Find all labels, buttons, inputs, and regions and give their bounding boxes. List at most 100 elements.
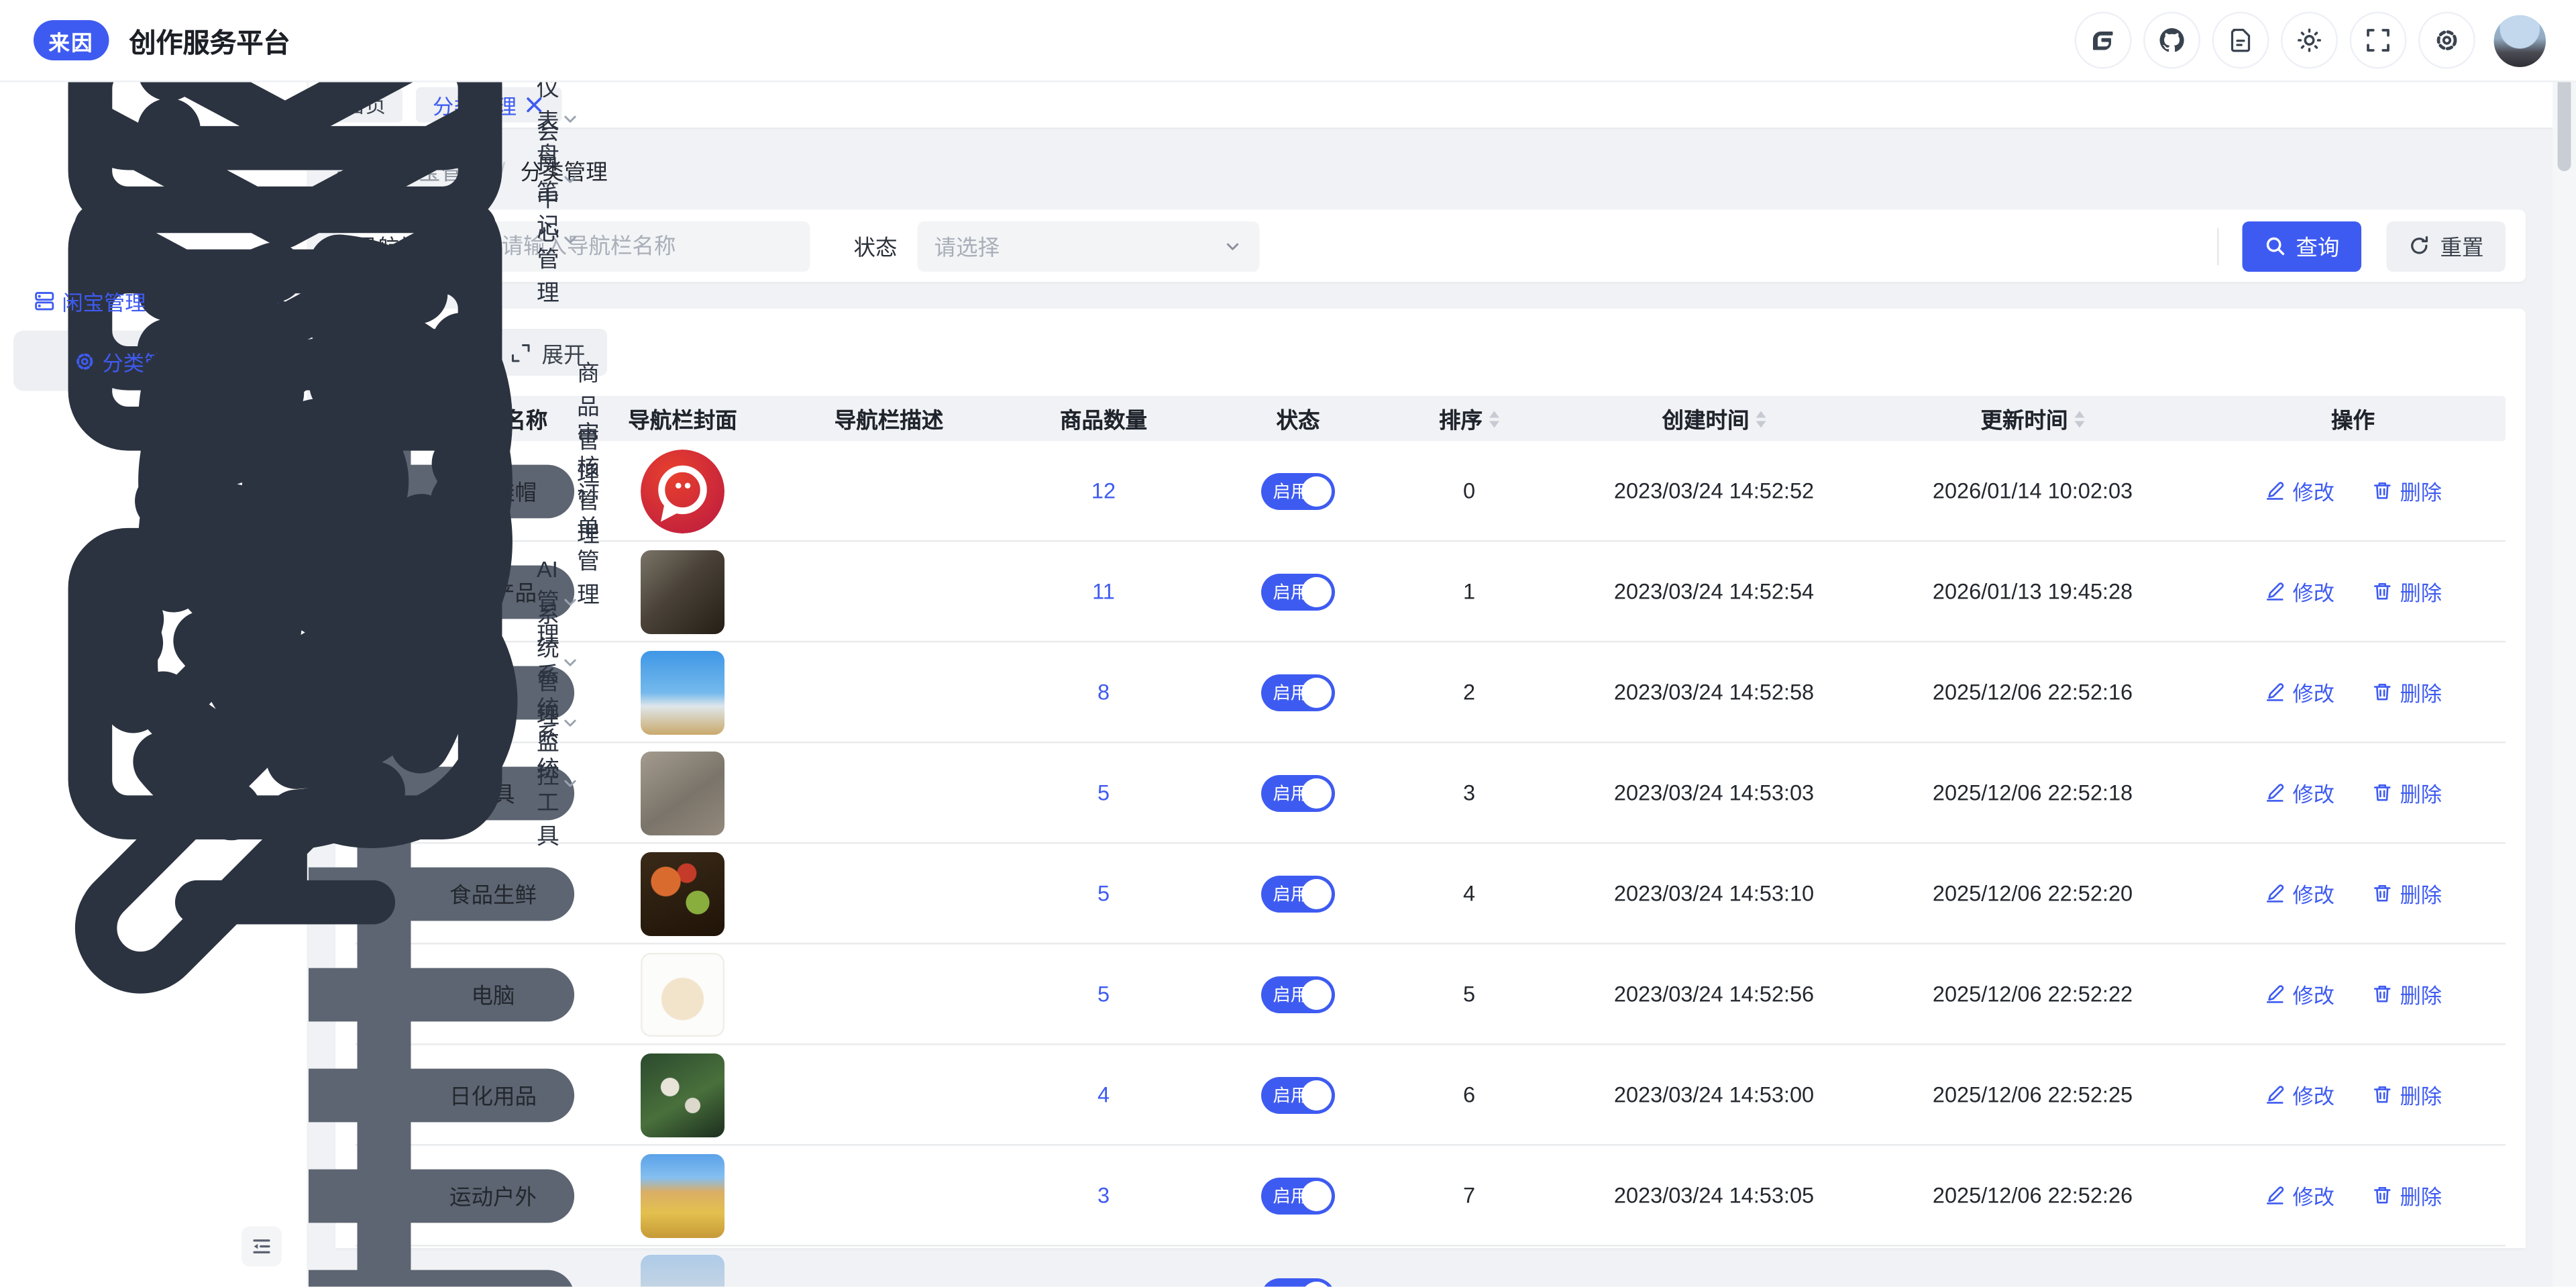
product-count-link[interactable]: 5: [1097, 982, 1110, 1007]
trash-icon: [2371, 983, 2394, 1005]
product-count-link[interactable]: 5: [1097, 881, 1110, 907]
status-select[interactable]: 请选择: [917, 220, 1260, 271]
column-header-label: 排序: [1438, 407, 1483, 433]
document-button[interactable]: [2212, 11, 2269, 69]
delete-button[interactable]: 删除: [2371, 475, 2442, 507]
sort-carets[interactable]: [1489, 410, 1499, 427]
status-toggle[interactable]: 启用: [1261, 1076, 1335, 1113]
delete-button[interactable]: 删除: [2371, 1180, 2442, 1212]
delete-button[interactable]: 删除: [2371, 1280, 2443, 1287]
trash-icon: [2371, 480, 2394, 502]
sidebar-item-系统工具[interactable]: 系统工具: [0, 551, 576, 994]
status-toggle[interactable]: 启用: [1261, 774, 1335, 811]
table-toolbar: 新建 展开: [356, 329, 2506, 376]
delete-button[interactable]: 删除: [2371, 1079, 2442, 1111]
status-select-placeholder: 请选择: [934, 235, 1000, 260]
status-toggle[interactable]: 启用: [1261, 874, 1335, 912]
product-count-link[interactable]: 5: [1097, 780, 1110, 806]
updated-time: 2025/12/06 22:52:16: [1932, 679, 2133, 705]
status-cell: 启用: [1221, 1176, 1375, 1214]
sort-cell: 8: [1375, 1284, 1563, 1287]
product-count-link[interactable]: 8: [1097, 680, 1110, 705]
sort-value: 5: [1462, 981, 1476, 1007]
edit-button[interactable]: 修改: [2264, 878, 2334, 910]
cover-image: [641, 650, 724, 734]
edit-button[interactable]: 修改: [2264, 676, 2334, 709]
product-count-link[interactable]: 12: [1091, 478, 1116, 504]
main-area: 首页分类管理 / 闲宝管理 / 分类管理 导航栏名称 状态 请选择: [309, 82, 2576, 1287]
edit-button[interactable]: 修改: [2264, 1180, 2334, 1212]
status-toggle[interactable]: 启用: [1261, 472, 1335, 509]
delete-button[interactable]: 删除: [2371, 576, 2442, 608]
actions-cell: 修改 删除: [2200, 676, 2506, 709]
edit-button[interactable]: 修改: [2264, 576, 2334, 608]
edit-button[interactable]: 修改: [2264, 1280, 2334, 1287]
fullscreen-button[interactable]: [2349, 11, 2407, 69]
column-header-排序[interactable]: 排序: [1375, 403, 1563, 435]
table-row: 母婴 5 启用 8 2023/03/24 14:53:07 2025/12/06 22:5…: [309, 1105, 2506, 1287]
collapse-sidebar-button[interactable]: [241, 1226, 282, 1267]
sort-cell: 6: [1375, 1082, 1563, 1108]
theme-button[interactable]: [2281, 11, 2338, 69]
status-toggle[interactable]: 启用: [1261, 975, 1335, 1013]
gitee-button[interactable]: [2074, 11, 2132, 69]
edit-button[interactable]: 修改: [2264, 1079, 2334, 1111]
actions-cell: 修改 删除: [2200, 576, 2506, 608]
sort-value: 2: [1462, 679, 1476, 705]
delete-button[interactable]: 删除: [2371, 878, 2442, 910]
product-count-link[interactable]: 3: [1097, 1183, 1110, 1208]
sort-carets[interactable]: [2074, 410, 2085, 427]
created-time: 2023/03/24 14:53:00: [1613, 1082, 1815, 1108]
updated-time: 2026/01/13 19:45:28: [1932, 578, 2133, 605]
column-header-商品数量: 商品数量: [986, 403, 1221, 435]
edit-icon: [2264, 1184, 2286, 1206]
edit-button[interactable]: 修改: [2264, 777, 2334, 809]
edit-icon: [2264, 983, 2286, 1005]
edit-label: 修改: [2292, 1085, 2334, 1109]
column-header-创建时间[interactable]: 创建时间: [1563, 403, 1865, 435]
app-logo[interactable]: 来因: [34, 20, 109, 60]
column-header-导航栏描述: 导航栏描述: [792, 403, 986, 435]
status-cell: 启用: [1221, 1277, 1375, 1287]
cover-image: [641, 1153, 724, 1237]
user-avatar[interactable]: [2493, 14, 2546, 66]
settings-icon: [2434, 27, 2461, 54]
trash-icon: [2371, 782, 2394, 804]
updated-cell: 2025/12/06 22:52:16: [1865, 680, 2200, 705]
created-cell: 2023/03/24 14:53:00: [1563, 1082, 1865, 1108]
reset-button[interactable]: 重置: [2386, 220, 2506, 271]
updated-cell: 2025/12/06 22:52:25: [1865, 1082, 2200, 1108]
edit-button[interactable]: 修改: [2264, 978, 2334, 1011]
expand-row-button[interactable]: [309, 1105, 573, 1287]
sidebar-nav: 仪表盘 会员中心 笔记管理 闲宝管理 分类管理 商品管理 审核管理 订单管理 AI管理 系统管理系…: [0, 0, 600, 994]
updated-cell: 2025/12/06 22:52:28: [1865, 1284, 2200, 1287]
edit-icon: [2264, 681, 2286, 703]
status-cell: 启用: [1221, 1076, 1375, 1113]
status-toggle[interactable]: 启用: [1261, 673, 1335, 711]
delete-button[interactable]: 删除: [2371, 978, 2442, 1011]
column-header-label: 状态: [1276, 407, 1320, 433]
cover-cell: [574, 1253, 792, 1287]
edit-button[interactable]: 修改: [2264, 475, 2334, 507]
settings-button[interactable]: [2418, 11, 2475, 69]
delete-button[interactable]: 删除: [2371, 676, 2442, 709]
delete-label: 删除: [2400, 1280, 2443, 1287]
table-body: 服饰鞋帽 12 启用 0 2023/03/24 14:52:52 2026/01/14 1…: [309, 300, 2506, 1287]
column-header-更新时间[interactable]: 更新时间: [1865, 403, 2200, 435]
sort-carets[interactable]: [1756, 410, 1766, 427]
delete-button[interactable]: 删除: [2371, 777, 2442, 809]
count-cell: 5: [986, 780, 1221, 806]
search-button[interactable]: 查询: [2242, 220, 2361, 271]
created-cell: 2023/03/24 14:52:54: [1563, 579, 1865, 605]
product-count-link[interactable]: 11: [1092, 579, 1115, 605]
github-button[interactable]: [2143, 11, 2200, 69]
status-toggle[interactable]: 启用: [1261, 572, 1335, 610]
status-toggle[interactable]: 启用: [1261, 1277, 1335, 1287]
updated-time: 2025/12/06 22:52:22: [1932, 981, 2133, 1007]
actions-cell: 修改 删除: [2200, 1079, 2506, 1111]
edit-icon: [2264, 580, 2286, 603]
delete-label: 删除: [2400, 682, 2443, 707]
status-toggle[interactable]: 启用: [1261, 1176, 1335, 1214]
product-count-link[interactable]: 5: [1097, 1284, 1110, 1287]
product-count-link[interactable]: 4: [1097, 1082, 1110, 1108]
